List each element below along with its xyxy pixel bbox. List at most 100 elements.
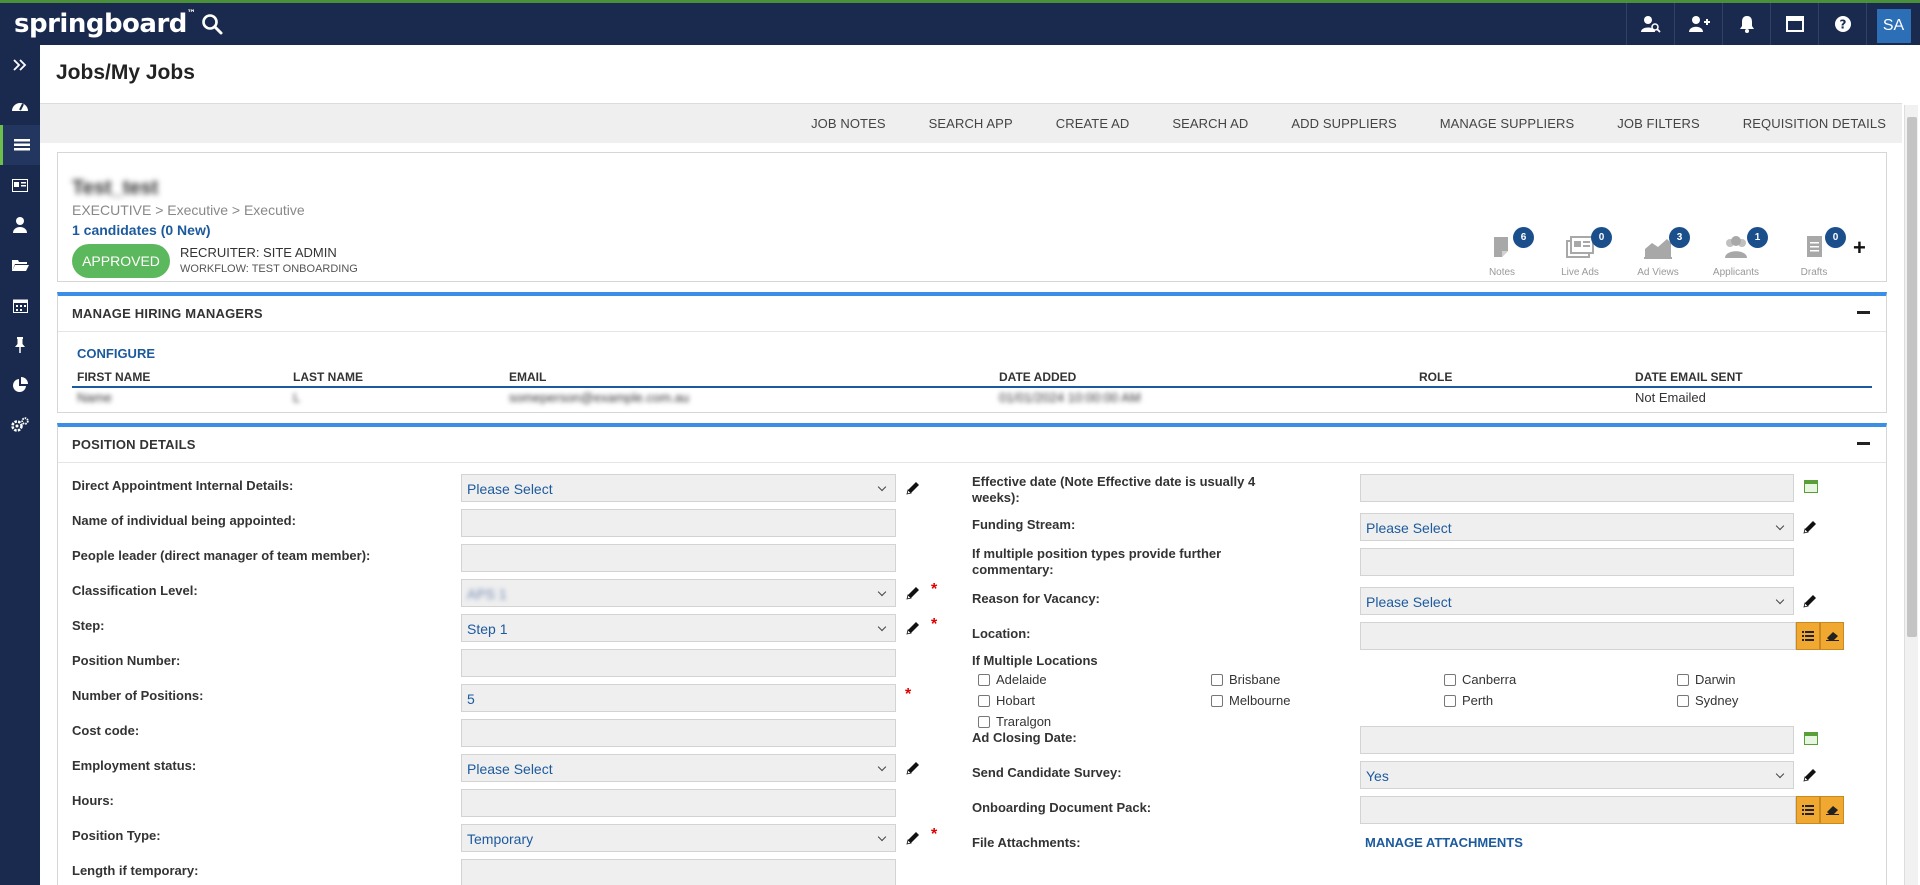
- action-search-ad[interactable]: SEARCH AD: [1172, 116, 1248, 131]
- col-first-name[interactable]: FIRST NAME: [72, 368, 288, 388]
- name-of-individual-being-appointed-input[interactable]: [461, 509, 896, 537]
- pie-chart-icon[interactable]: [0, 365, 40, 405]
- multiple-types-input[interactable]: [1360, 548, 1794, 576]
- col-last-name[interactable]: LAST NAME: [288, 368, 504, 388]
- collapse-icon[interactable]: [1857, 311, 1870, 314]
- location-checkbox-melbourne[interactable]: Melbourne: [1211, 693, 1290, 708]
- col-role[interactable]: ROLE: [1414, 368, 1630, 388]
- onboarding-pack-input[interactable]: [1360, 796, 1796, 824]
- position-type-select[interactable]: Temporary: [461, 824, 896, 852]
- location-checkbox-perth[interactable]: Perth: [1444, 693, 1493, 708]
- pencil-icon[interactable]: [1802, 767, 1818, 783]
- direct-appointment-internal-details-select[interactable]: Please Select: [461, 474, 896, 502]
- checkbox[interactable]: [1211, 694, 1223, 707]
- ad-closing-date-input[interactable]: [1360, 726, 1794, 754]
- eraser-button[interactable]: [1820, 796, 1844, 824]
- classification-level-select[interactable]: APS 1: [461, 579, 896, 607]
- hours-input[interactable]: [461, 789, 896, 817]
- number-of-positions-input[interactable]: 5: [461, 684, 896, 712]
- action-requisition-details[interactable]: REQUISITION DETAILS: [1743, 116, 1886, 131]
- position-number-input[interactable]: [461, 649, 896, 677]
- search-user-icon[interactable]: [1626, 3, 1674, 45]
- stat-drafts[interactable]: 0 Drafts: [1775, 227, 1853, 278]
- action-job-notes[interactable]: JOB NOTES: [811, 116, 886, 131]
- search-icon[interactable]: [200, 12, 224, 36]
- pencil-icon[interactable]: [905, 830, 921, 846]
- add-user-icon[interactable]: [1674, 3, 1722, 45]
- candidate-survey-select[interactable]: Yes: [1360, 761, 1794, 789]
- add-button[interactable]: +: [1853, 235, 1866, 261]
- funding-stream-select[interactable]: Please Select: [1360, 513, 1794, 541]
- action-add-suppliers[interactable]: ADD SUPPLIERS: [1291, 116, 1396, 131]
- section-header[interactable]: POSITION DETAILS: [58, 427, 1886, 463]
- springboard-logo[interactable]: springboard™: [14, 9, 196, 39]
- employment-status-select[interactable]: Please Select: [461, 754, 896, 782]
- length-if-temporary-input[interactable]: [461, 859, 896, 885]
- reason-vacancy-select[interactable]: Please Select: [1360, 587, 1794, 615]
- person-icon[interactable]: [0, 205, 40, 245]
- pencil-icon[interactable]: [1802, 593, 1818, 609]
- location-input[interactable]: [1360, 622, 1796, 650]
- col-email[interactable]: EMAIL: [504, 368, 994, 388]
- pencil-icon[interactable]: [905, 480, 921, 496]
- help-icon[interactable]: ?: [1818, 3, 1866, 45]
- action-create-ad[interactable]: CREATE AD: [1056, 116, 1130, 131]
- location-checkbox-darwin[interactable]: Darwin: [1677, 672, 1735, 687]
- window-icon[interactable]: [1770, 3, 1818, 45]
- eraser-button[interactable]: [1820, 622, 1844, 650]
- stat-notes[interactable]: 6 Notes: [1463, 227, 1541, 278]
- list-button[interactable]: [1796, 622, 1820, 650]
- location-checkbox-canberra[interactable]: Canberra: [1444, 672, 1516, 687]
- stat-ad-views[interactable]: 3 Ad Views: [1619, 227, 1697, 278]
- checkbox[interactable]: [1211, 673, 1223, 686]
- calendar-icon[interactable]: [1804, 480, 1818, 493]
- people-leader-direct-manager-of-team-member-input[interactable]: [461, 544, 896, 572]
- cost-code-input[interactable]: [461, 719, 896, 747]
- stat-applicants[interactable]: 1 Applicants: [1697, 227, 1775, 278]
- list-button[interactable]: [1796, 796, 1820, 824]
- pencil-icon[interactable]: [905, 585, 921, 601]
- action-job-filters[interactable]: JOB FILTERS: [1617, 116, 1699, 131]
- table-row[interactable]: Name L someperson@example.com.au 01/01/2…: [72, 388, 1872, 408]
- effective-date-input[interactable]: [1360, 474, 1794, 502]
- candidates-link[interactable]: 1 candidates (0 New): [72, 222, 211, 238]
- pencil-icon[interactable]: [1802, 519, 1818, 535]
- scrollbar-thumb[interactable]: [1907, 117, 1917, 637]
- checkbox[interactable]: [1677, 673, 1689, 686]
- id-card-icon[interactable]: [0, 165, 40, 205]
- pin-icon[interactable]: [0, 325, 40, 365]
- folder-icon[interactable]: [0, 245, 40, 285]
- col-date-email-sent[interactable]: DATE EMAIL SENT: [1630, 368, 1872, 388]
- expand-sidebar-icon[interactable]: [0, 45, 40, 85]
- step-select[interactable]: Step 1: [461, 614, 896, 642]
- location-checkbox-sydney[interactable]: Sydney: [1677, 693, 1738, 708]
- collapse-icon[interactable]: [1857, 442, 1870, 445]
- stat-live-ads[interactable]: 0 Live Ads: [1541, 227, 1619, 278]
- location-checkbox-adelaide[interactable]: Adelaide: [978, 672, 1047, 687]
- location-checkbox-brisbane[interactable]: Brisbane: [1211, 672, 1280, 687]
- checkbox[interactable]: [978, 694, 990, 707]
- col-date-added[interactable]: DATE ADDED: [994, 368, 1414, 388]
- dashboard-icon[interactable]: [0, 85, 40, 125]
- settings-icon[interactable]: [0, 405, 40, 445]
- user-avatar[interactable]: SA: [1876, 9, 1911, 43]
- calendar-icon[interactable]: [0, 285, 40, 325]
- location-checkbox-traralgon[interactable]: Traralgon: [978, 714, 1051, 729]
- pencil-icon[interactable]: [905, 760, 921, 776]
- configure-link[interactable]: CONFIGURE: [77, 346, 155, 361]
- action-search-app[interactable]: SEARCH APP: [929, 116, 1013, 131]
- location-checkbox-hobart[interactable]: Hobart: [978, 693, 1035, 708]
- vertical-scrollbar[interactable]: [1904, 105, 1918, 885]
- section-header[interactable]: MANAGE HIRING MANAGERS: [58, 296, 1886, 332]
- jobs-list-icon[interactable]: [0, 125, 40, 165]
- checkbox[interactable]: [1677, 694, 1689, 707]
- checkbox[interactable]: [1444, 673, 1456, 686]
- manage-attachments-link[interactable]: MANAGE ATTACHMENTS: [1365, 835, 1523, 850]
- bell-icon[interactable]: [1722, 3, 1770, 45]
- pencil-icon[interactable]: [905, 620, 921, 636]
- checkbox[interactable]: [978, 673, 990, 686]
- calendar-icon[interactable]: [1804, 732, 1818, 745]
- checkbox[interactable]: [978, 715, 990, 728]
- checkbox[interactable]: [1444, 694, 1456, 707]
- action-manage-suppliers[interactable]: MANAGE SUPPLIERS: [1440, 116, 1575, 131]
